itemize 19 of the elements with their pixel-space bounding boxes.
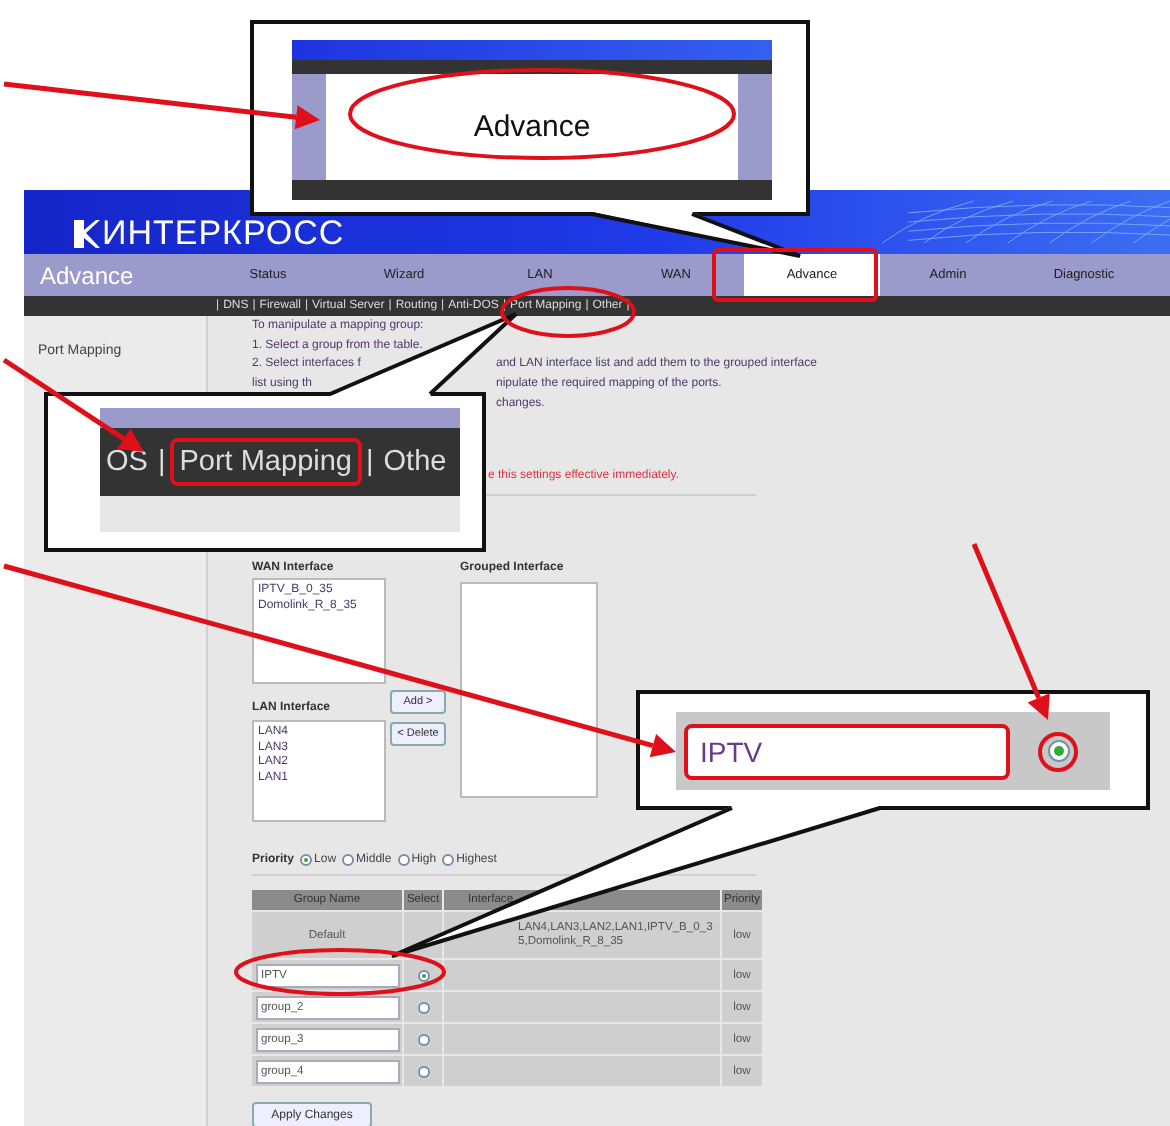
- logo-text: ИНТЕРКРОСС: [102, 215, 345, 249]
- menu-separator: |: [365, 446, 374, 478]
- radio-button[interactable]: [417, 1033, 429, 1046]
- radio-button[interactable]: [397, 854, 410, 867]
- arrow: [2, 357, 144, 452]
- radio-button[interactable]: [300, 854, 313, 867]
- page-title: Advance: [38, 261, 136, 289]
- tab-strip: [292, 74, 326, 180]
- highlight-ellipse: [500, 286, 636, 338]
- menu-separator: |: [157, 446, 166, 478]
- radio-button[interactable]: [442, 854, 455, 867]
- grouped-list[interactable]: [460, 582, 598, 799]
- radio-button[interactable]: [417, 1001, 429, 1014]
- tab-strip: [738, 74, 772, 180]
- radio-button[interactable]: [342, 854, 355, 867]
- logo-icon: [72, 217, 100, 247]
- radio-button[interactable]: [417, 969, 429, 982]
- radio-button[interactable]: [417, 1065, 429, 1078]
- zoomed-name-field: IPTV: [684, 723, 1010, 779]
